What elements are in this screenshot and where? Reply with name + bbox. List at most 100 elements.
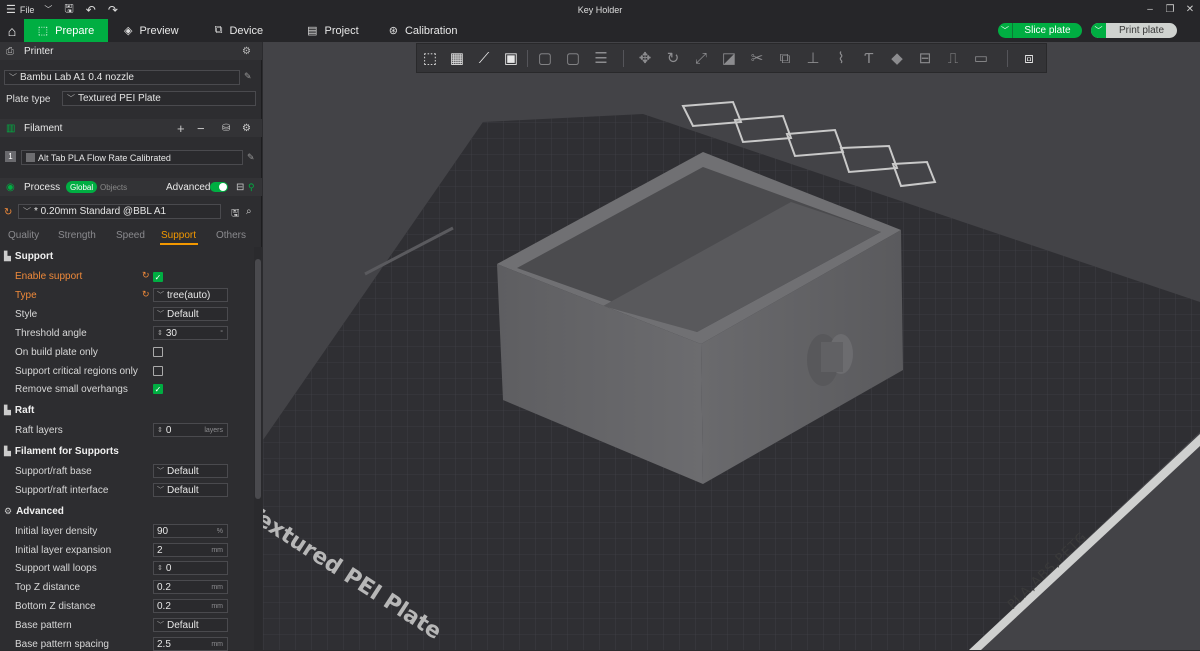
chevron-down-icon: ﹀ xyxy=(157,311,164,318)
rotate-icon[interactable]: ↻ xyxy=(663,48,683,68)
measure-icon[interactable]: ⊟ xyxy=(915,48,935,68)
tab-preview[interactable]: ◈ Preview xyxy=(108,19,195,42)
tab-device[interactable]: ⧉ Device xyxy=(195,19,279,42)
printer-select[interactable]: ﹀ Bambu Lab A1 0.4 nozzle xyxy=(4,70,240,85)
initial-expansion-input[interactable]: 2 mm xyxy=(153,543,228,557)
gear-icon[interactable]: ⚙ xyxy=(242,46,251,57)
mesh-boolean-icon[interactable]: ⧉ xyxy=(775,48,795,68)
layers-icon: ◈ xyxy=(124,25,133,37)
seam-paint-icon[interactable]: ⌇ xyxy=(831,48,851,68)
edit-icon[interactable]: ✎ xyxy=(244,71,252,82)
minimize-button[interactable]: – xyxy=(1140,0,1160,19)
slice-plate-button[interactable]: ﹀ Slice plate xyxy=(998,23,1082,38)
tab-strength[interactable]: Strength xyxy=(58,230,96,241)
wall-loops-value: 0 xyxy=(165,562,172,574)
filament-section-header: ▥ Filament + − ⛁ ⚙ xyxy=(0,119,262,137)
tab-project[interactable]: ▤ Project xyxy=(279,19,375,42)
scale-icon[interactable]: ⤢ xyxy=(691,48,711,68)
filament-supports-title: Filament for Supports xyxy=(14,446,119,457)
add-plate-icon[interactable]: ▦ xyxy=(447,48,467,68)
remove-icon[interactable]: − xyxy=(197,121,205,136)
settings-scrollbar[interactable] xyxy=(254,247,262,650)
on-build-plate-checkbox[interactable] xyxy=(153,347,163,357)
split-parts-icon[interactable]: ▢ xyxy=(563,48,583,68)
raft-layers-input[interactable]: ⇕ 0 layers xyxy=(153,423,228,437)
support-base-select[interactable]: ﹀ Default xyxy=(153,464,228,478)
stepper-icon[interactable]: ⇕ xyxy=(157,329,163,337)
home-button[interactable]: ⌂ xyxy=(0,19,24,42)
filament-select[interactable]: Alt Tab PLA Flow Rate Calibrated xyxy=(21,150,243,165)
save-button[interactable]: 🖫 xyxy=(58,0,79,19)
reset-icon[interactable]: ↻ xyxy=(142,270,150,281)
split-objects-icon[interactable]: ▢ xyxy=(535,48,555,68)
enable-support-checkbox[interactable]: ✓ xyxy=(153,272,163,282)
save-preset-icon[interactable]: 🖫 xyxy=(231,206,240,223)
global-toggle[interactable]: Global xyxy=(66,181,98,193)
file-menu[interactable]: ☰ File ﹀ xyxy=(0,0,58,19)
support-paint-icon[interactable]: ⊥ xyxy=(803,48,823,68)
cut-icon[interactable]: ✂ xyxy=(747,48,767,68)
wall-loops-input[interactable]: ⇕ 0 xyxy=(153,561,228,575)
reset-icon[interactable]: ↻ xyxy=(142,289,150,300)
remove-small-overhangs-checkbox[interactable]: ✓ xyxy=(153,384,163,394)
redo-button[interactable]: ↷ xyxy=(102,0,124,19)
restore-button[interactable]: ❐ xyxy=(1160,0,1180,19)
sync-icon[interactable]: ⛁ xyxy=(222,123,230,134)
lay-on-face-icon[interactable]: ◪ xyxy=(719,48,739,68)
stepper-icon[interactable]: ⇕ xyxy=(157,426,163,434)
bottom-z-input[interactable]: 0.2 mm xyxy=(153,599,228,613)
tab-calibration[interactable]: ⊛ Calibration xyxy=(375,19,474,42)
variable-layer-icon[interactable]: ⧈ xyxy=(1019,48,1039,68)
critical-regions-checkbox[interactable] xyxy=(153,366,163,376)
plate-type-label: Plate type xyxy=(6,94,51,105)
move-icon[interactable]: ✥ xyxy=(635,48,655,68)
add-icon[interactable]: + xyxy=(177,121,185,136)
color-paint-icon[interactable]: ◆ xyxy=(887,48,907,68)
search-settings-icon[interactable]: ⚲ xyxy=(248,182,255,193)
support-style-select[interactable]: ﹀ Default xyxy=(153,307,228,321)
hamburger-icon: ☰ xyxy=(6,4,16,16)
filament-support-icon: ▙ xyxy=(4,446,11,456)
tab-quality[interactable]: Quality xyxy=(8,230,39,241)
threshold-angle-input[interactable]: ⇕ 30 ° xyxy=(153,326,228,340)
active-tab-indicator xyxy=(160,243,198,245)
view-icon[interactable]: ▭ xyxy=(971,48,991,68)
process-preset-select[interactable]: ﹀ * 0.20mm Standard @BBL A1 xyxy=(18,204,221,219)
chevron-down-icon[interactable]: ﹀ xyxy=(1091,23,1106,38)
text-shape-icon[interactable]: Ƭ xyxy=(859,48,879,68)
gear-icon[interactable]: ⚙ xyxy=(242,123,251,134)
pattern-spacing-input[interactable]: 2.5 mm xyxy=(153,637,228,651)
threshold-angle-label: Threshold angle xyxy=(15,328,87,339)
objects-toggle[interactable]: Objects xyxy=(100,183,127,192)
search-icon[interactable]: ⌕ xyxy=(246,206,252,217)
support-type-select[interactable]: ﹀ tree(auto) xyxy=(153,288,228,302)
layers-editing-icon[interactable]: ☰ xyxy=(591,48,611,68)
auto-orient-icon[interactable]: ⟋ xyxy=(474,48,494,68)
reset-icon[interactable]: ↻ xyxy=(4,207,12,218)
initial-density-input[interactable]: 90 % xyxy=(153,524,228,538)
arrange-icon[interactable]: ▣ xyxy=(501,48,521,68)
tab-prepare[interactable]: ⬚ Prepare xyxy=(24,19,108,42)
plate-type-select[interactable]: ﹀ Textured PEI Plate xyxy=(62,91,256,106)
filament-name: Alt Tab PLA Flow Rate Calibrated xyxy=(38,152,171,163)
edit-icon[interactable]: ✎ xyxy=(247,152,255,163)
assembly-icon[interactable]: ⎍ xyxy=(943,48,963,68)
add-object-icon[interactable]: ⬚ xyxy=(420,48,440,68)
close-button[interactable]: ✕ xyxy=(1180,0,1200,19)
plate-type-value: Textured PEI Plate xyxy=(78,93,161,104)
undo-icon: ↶ xyxy=(85,2,96,17)
undo-button[interactable]: ↶ xyxy=(80,0,102,19)
advanced-switch[interactable] xyxy=(210,182,228,192)
tab-others[interactable]: Others xyxy=(216,230,246,241)
3d-viewport[interactable]: Textured PEI Plate PLA,ABS,PETG xyxy=(263,42,1200,650)
tab-speed[interactable]: Speed xyxy=(116,230,145,241)
base-pattern-select[interactable]: ﹀ Default xyxy=(153,618,228,632)
top-z-input[interactable]: 0.2 mm xyxy=(153,580,228,594)
stepper-icon[interactable]: ⇕ xyxy=(157,564,163,572)
print-plate-button[interactable]: ﹀ Print plate xyxy=(1091,23,1177,38)
compare-icon[interactable]: ⊟ xyxy=(236,182,244,193)
chevron-down-icon[interactable]: ﹀ xyxy=(998,23,1013,38)
tab-support[interactable]: Support xyxy=(161,230,196,241)
support-interface-select[interactable]: ﹀ Default xyxy=(153,483,228,497)
scrollbar-thumb[interactable] xyxy=(255,259,261,499)
